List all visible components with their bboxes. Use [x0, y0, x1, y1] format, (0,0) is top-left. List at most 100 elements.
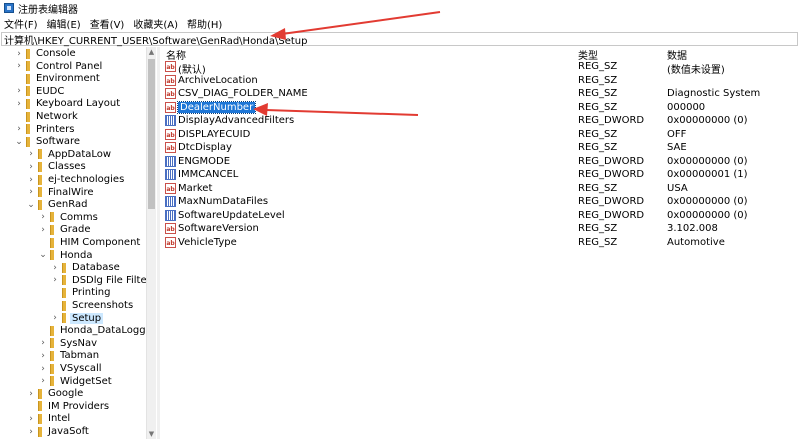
- tree-item-label: IM Providers: [48, 400, 110, 412]
- menu-file[interactable]: 文件(F): [4, 16, 38, 31]
- tree-item[interactable]: › WidgetSet: [38, 375, 114, 388]
- chevron-right-icon[interactable]: ›: [38, 338, 48, 348]
- chevron-right-icon[interactable]: ›: [50, 263, 60, 273]
- tree-item[interactable]: Honda_DataLogger: [38, 324, 146, 337]
- chevron-right-icon[interactable]: ›: [50, 275, 60, 285]
- value-row[interactable]: SoftwareUpdateLevel REG_DWORD 0x00000000 (…: [162, 209, 798, 223]
- chevron-down-icon[interactable]: ⌄: [14, 137, 24, 147]
- scroll-up-arrow-icon[interactable]: ▲: [147, 47, 156, 57]
- value-row[interactable]: DisplayAdvancedFilters REG_DWORD 0x0000000…: [162, 115, 798, 128]
- chevron-down-icon[interactable]: ⌄: [26, 200, 36, 210]
- value-row[interactable]: ENGMODE REG_DWORD 0x00000000 (0): [162, 155, 798, 169]
- chevron-right-icon[interactable]: ›: [26, 149, 36, 159]
- tree-item[interactable]: › JavaSoft: [26, 425, 91, 438]
- value-name: MaxNumDataFiles: [178, 196, 269, 207]
- chevron-right-icon[interactable]: ›: [14, 61, 24, 71]
- value-row[interactable]: ab ArchiveLocation REG_SZ: [162, 74, 798, 88]
- tree-item[interactable]: › Intel: [26, 412, 72, 425]
- chevron-right-icon[interactable]: ›: [14, 86, 24, 96]
- folder-icon: [26, 136, 30, 147]
- tree-item[interactable]: › Keyboard Layout: [14, 97, 122, 110]
- tree-item[interactable]: Screenshots: [50, 299, 135, 312]
- tree-item[interactable]: › Database: [50, 261, 122, 274]
- chevron-right-icon[interactable]: ›: [38, 376, 48, 386]
- tree-item[interactable]: ⌄ GenRad: [26, 198, 89, 211]
- chevron-right-icon[interactable]: ›: [26, 175, 36, 185]
- tree-item[interactable]: › AppDataLow: [26, 148, 113, 161]
- scrollbar-thumb[interactable]: [148, 59, 155, 209]
- tree-item-label: Tabman: [60, 350, 100, 362]
- tree-item[interactable]: ⌄ Software: [14, 135, 82, 148]
- tree-item[interactable]: HIM Component: [38, 236, 142, 249]
- value-row[interactable]: ab (默认) REG_SZ (数值未设置): [162, 61, 798, 76]
- value-row[interactable]: ab CSV_DIAG_FOLDER_NAME REG_SZ Diagnostic S…: [162, 88, 798, 101]
- value-row[interactable]: ab SoftwareVersion REG_SZ 3.102.008: [162, 223, 798, 236]
- value-name: CSV_DIAG_FOLDER_NAME: [178, 88, 308, 99]
- value-row[interactable]: ab VehicleType REG_SZ Automotive: [162, 236, 798, 250]
- menu-favorites[interactable]: 收藏夹(A): [133, 16, 178, 31]
- tree-item[interactable]: › ej-technologies: [26, 173, 126, 186]
- tree-item[interactable]: › Tabman: [38, 349, 101, 362]
- chevron-right-icon[interactable]: ›: [38, 212, 48, 222]
- value-row[interactable]: ab DealerNumber REG_SZ 000000: [162, 100, 798, 115]
- chevron-right-icon[interactable]: ›: [26, 162, 36, 172]
- tree-item-label: Comms: [60, 211, 98, 223]
- registry-key-tree: › Console › Control Panel Environment › EUDC › K…: [0, 47, 146, 439]
- chevron-right-icon[interactable]: ›: [14, 124, 24, 134]
- menu-edit[interactable]: 编辑(E): [47, 16, 81, 31]
- scroll-down-arrow-icon[interactable]: ▼: [147, 429, 156, 439]
- value-row[interactable]: MaxNumDataFiles REG_DWORD 0x00000000 (0): [162, 196, 798, 209]
- tree-item[interactable]: › Printers: [14, 123, 76, 136]
- chevron-right-icon[interactable]: ›: [14, 99, 24, 109]
- value-row[interactable]: ab DtcDisplay REG_SZ SAE: [162, 142, 798, 155]
- chevron-down-icon[interactable]: ⌄: [38, 250, 48, 260]
- tree-item[interactable]: › Setup: [50, 312, 104, 325]
- chevron-right-icon[interactable]: ›: [14, 49, 24, 59]
- folder-icon: [50, 237, 54, 248]
- value-row[interactable]: IMMCANCEL REG_DWORD 0x00000001 (1): [162, 169, 798, 182]
- value-type: REG_DWORD: [578, 196, 645, 207]
- tree-item[interactable]: › SysNav: [38, 337, 99, 350]
- menu-help[interactable]: 帮助(H): [187, 16, 222, 31]
- tree-item[interactable]: › Console: [14, 47, 78, 60]
- tree-item[interactable]: › Grade: [38, 223, 93, 236]
- chevron-right-icon[interactable]: ›: [38, 364, 48, 374]
- folder-icon: [38, 174, 42, 185]
- address-bar[interactable]: 计算机\HKEY_CURRENT_USER\Software\GenRad\Ho…: [1, 32, 798, 47]
- tree-item-label: Grade: [60, 224, 91, 236]
- column-header-name[interactable]: 名称: [166, 47, 186, 62]
- tree-item-label: Printing: [72, 287, 111, 299]
- chevron-right-icon[interactable]: ›: [26, 414, 36, 424]
- tree-item[interactable]: Printing: [50, 286, 112, 299]
- chevron-right-icon[interactable]: ›: [26, 187, 36, 197]
- tree-item[interactable]: › Google: [26, 387, 85, 400]
- chevron-right-icon[interactable]: ›: [50, 313, 60, 323]
- chevron-right-icon[interactable]: ›: [38, 225, 48, 235]
- folder-icon: [50, 350, 54, 361]
- value-row[interactable]: ab DISPLAYECUID REG_SZ OFF: [162, 128, 798, 142]
- tree-item[interactable]: Network: [14, 110, 80, 123]
- value-name: SoftwareUpdateLevel: [178, 209, 285, 221]
- tree-item[interactable]: › VSyscall: [38, 362, 104, 375]
- tree-item-label: JavaSoft: [48, 426, 89, 437]
- tree-item[interactable]: › EUDC: [14, 85, 66, 98]
- tree-item[interactable]: ⌄ Honda: [38, 249, 94, 262]
- chevron-right-icon[interactable]: ›: [38, 351, 48, 361]
- chevron-right-icon[interactable]: ›: [26, 389, 36, 399]
- chevron-right-icon[interactable]: ›: [26, 427, 36, 437]
- tree-item[interactable]: › DSDlg File Filters: [50, 274, 146, 287]
- pane-splitter[interactable]: [157, 47, 160, 439]
- tree-item[interactable]: › FinalWire: [26, 186, 96, 199]
- menu-view[interactable]: 查看(V): [90, 16, 125, 31]
- tree-item-label: Honda_DataLogger: [60, 325, 146, 337]
- tree-item[interactable]: › Comms: [38, 211, 100, 224]
- column-header-data[interactable]: 数据: [667, 47, 687, 62]
- value-data: 3.102.008: [667, 223, 718, 234]
- tree-scrollbar[interactable]: ▲ ▼: [146, 47, 156, 439]
- column-header-type[interactable]: 类型: [578, 47, 598, 62]
- tree-item[interactable]: Environment: [14, 72, 102, 85]
- tree-item[interactable]: › Control Panel: [14, 60, 104, 73]
- value-row[interactable]: ab Market REG_SZ USA: [162, 182, 798, 196]
- tree-item[interactable]: › Classes: [26, 160, 88, 173]
- tree-item[interactable]: IM Providers: [26, 400, 111, 413]
